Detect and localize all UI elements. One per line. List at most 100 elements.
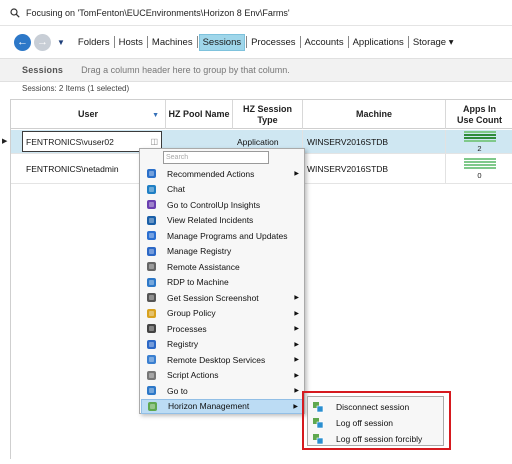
nav-accounts[interactable]: Accounts [302, 35, 347, 50]
column-header-user[interactable]: User ▼ [11, 100, 166, 129]
menu-item-label: Chat [167, 184, 185, 195]
submenu-arrow-icon: ▶ [294, 310, 299, 317]
column-header-machine[interactable]: Machine [303, 100, 446, 129]
nav-divider [407, 36, 409, 48]
menu-item-label: Get Session Screenshot [167, 292, 259, 303]
apps-count-cell: 0 [446, 154, 512, 183]
menu-item-label: Remote Assistance [167, 261, 240, 272]
menu-item-group-policy[interactable]: Group Policy ▶ [141, 306, 303, 322]
incidents-icon [145, 214, 157, 226]
nav-processes[interactable]: Processes [248, 35, 298, 50]
nav-applications[interactable]: Applications [350, 35, 407, 50]
apps-count-bar-icon: 0 [446, 157, 512, 180]
nav-divider [246, 36, 248, 48]
grid-header: User ▼ HZ Pool Name HZ Session Type Mach… [11, 99, 512, 129]
menu-item-label: View Related Incidents [167, 215, 254, 226]
nav-sessions[interactable]: Sessions [198, 33, 246, 51]
menu-item-label: RDP to Machine [167, 277, 229, 288]
menu-item-go-to-controlup-insights[interactable]: Go to ControlUp Insights [141, 197, 303, 213]
insights-icon [145, 199, 157, 211]
menu-item-script-actions[interactable]: Script Actions ▶ [141, 368, 303, 384]
grid-title: Sessions [22, 65, 64, 75]
items-count: Sessions: 2 Items (1 selected) [22, 84, 130, 93]
nav-folders[interactable]: Folders [75, 35, 113, 50]
menu-item-get-session-screenshot[interactable]: Get Session Screenshot ▶ [141, 290, 303, 306]
menu-item-label: Manage Programs and Updates [167, 230, 288, 241]
apps-count-cell: 2 [446, 130, 512, 153]
menu-item-processes[interactable]: Processes ▶ [141, 321, 303, 337]
column-header-session-type[interactable]: HZ Session Type [233, 100, 303, 129]
machine-cell: WINSERV2016STDB [303, 130, 446, 153]
menu-item-horizon-management[interactable]: Horizon Management ▶ [141, 398, 303, 414]
submenu-arrow-icon: ▶ [294, 357, 299, 364]
group-by-bar[interactable]: Sessions Drag a column header here to gr… [0, 58, 512, 82]
chat-icon [145, 183, 157, 195]
navigation-bar: ← → ▼ Folders Hosts Machines Sessions Pr… [0, 27, 512, 57]
submenu-arrow-icon: ▶ [293, 403, 298, 410]
apps-count-bar-icon: 2 [446, 130, 512, 153]
sort-down-icon[interactable]: ▼ [152, 112, 159, 120]
rds-icon [145, 354, 157, 366]
back-arrow-icon[interactable]: ← [14, 33, 31, 51]
group-policy-icon [145, 307, 157, 319]
menu-item-label: Remote Desktop Services [167, 354, 266, 365]
menu-item-rdp-to-machine[interactable]: RDP to Machine [141, 275, 303, 291]
menu-item-label: Script Actions [167, 370, 219, 381]
current-row-indicator-icon: ▶ [2, 138, 8, 145]
submenu-arrow-icon: ▶ [294, 341, 299, 348]
nav-divider [113, 36, 115, 48]
registry-icon [145, 245, 157, 257]
column-header-pool[interactable]: HZ Pool Name [166, 100, 233, 129]
programs-icon [145, 230, 157, 242]
nav-hosts[interactable]: Hosts [116, 35, 146, 50]
menu-item-recommended-actions[interactable]: Recommended Actions ▶ [141, 166, 303, 182]
menu-item-label: Recommended Actions [167, 168, 255, 179]
menu-item-label: Group Policy [167, 308, 216, 319]
nav-divider [347, 36, 349, 48]
menu-item-label: Go to [167, 385, 188, 396]
menu-item-registry[interactable]: Registry ▶ [141, 337, 303, 353]
submenu-arrow-icon: ▶ [294, 295, 299, 302]
recommended-actions-icon [145, 168, 157, 180]
menu-item-label: Processes [167, 323, 207, 334]
focus-path-text: Focusing on 'TomFenton\EUCEnvironments\H… [26, 7, 290, 18]
menu-item-manage-registry[interactable]: Manage Registry [141, 244, 303, 260]
menu-item-label: Manage Registry [167, 246, 232, 257]
nav-divider [196, 36, 198, 48]
search-icon[interactable] [10, 7, 20, 18]
script-actions-icon [145, 369, 157, 381]
menu-item-label: Go to ControlUp Insights [167, 199, 261, 210]
machine-cell: WINSERV2016STDB [303, 154, 446, 183]
submenu-arrow-icon: ▶ [294, 171, 299, 178]
context-menu: Search Recommended Actions ▶ Chat Go to Con… [139, 148, 305, 414]
registry-cube-icon [145, 338, 157, 350]
forward-arrow-icon[interactable]: → [34, 33, 51, 51]
apps-count-value: 2 [477, 143, 482, 153]
menu-item-label: Registry [167, 339, 199, 350]
processes-icon [145, 323, 157, 335]
submenu-arrow-icon: ▶ [294, 388, 299, 395]
group-by-hint: Drag a column header here to group by th… [81, 65, 290, 75]
remote-assistance-icon [145, 261, 157, 273]
history-dropdown-icon[interactable]: ▼ [57, 38, 65, 47]
focus-bar: Focusing on 'TomFenton\EUCEnvironments\H… [0, 0, 512, 26]
nav-machines[interactable]: Machines [149, 35, 196, 50]
goto-icon [145, 385, 157, 397]
menu-item-view-related-incidents[interactable]: View Related Incidents [141, 213, 303, 229]
menu-item-remote-assistance[interactable]: Remote Assistance [141, 259, 303, 275]
screenshot-icon [145, 292, 157, 304]
nav-storage[interactable]: Storage ▾ [410, 35, 457, 50]
highlight-frame [302, 391, 451, 450]
column-header-apps-count[interactable]: Apps In Use Count [446, 100, 512, 129]
menu-item-chat[interactable]: Chat [141, 182, 303, 198]
menu-item-manage-programs-and-updates[interactable]: Manage Programs and Updates [141, 228, 303, 244]
context-menu-search-input[interactable]: Search [163, 151, 269, 164]
rdp-icon [145, 276, 157, 288]
column-header-label: User [77, 109, 98, 120]
menu-item-remote-desktop-services[interactable]: Remote Desktop Services ▶ [141, 352, 303, 368]
menu-item-go-to[interactable]: Go to ▶ [141, 383, 303, 399]
apps-count-value: 0 [477, 170, 482, 180]
cell-edit-icon[interactable]: ◫ [150, 137, 158, 146]
menu-item-label: Horizon Management [168, 401, 250, 412]
nav-divider [299, 36, 301, 48]
